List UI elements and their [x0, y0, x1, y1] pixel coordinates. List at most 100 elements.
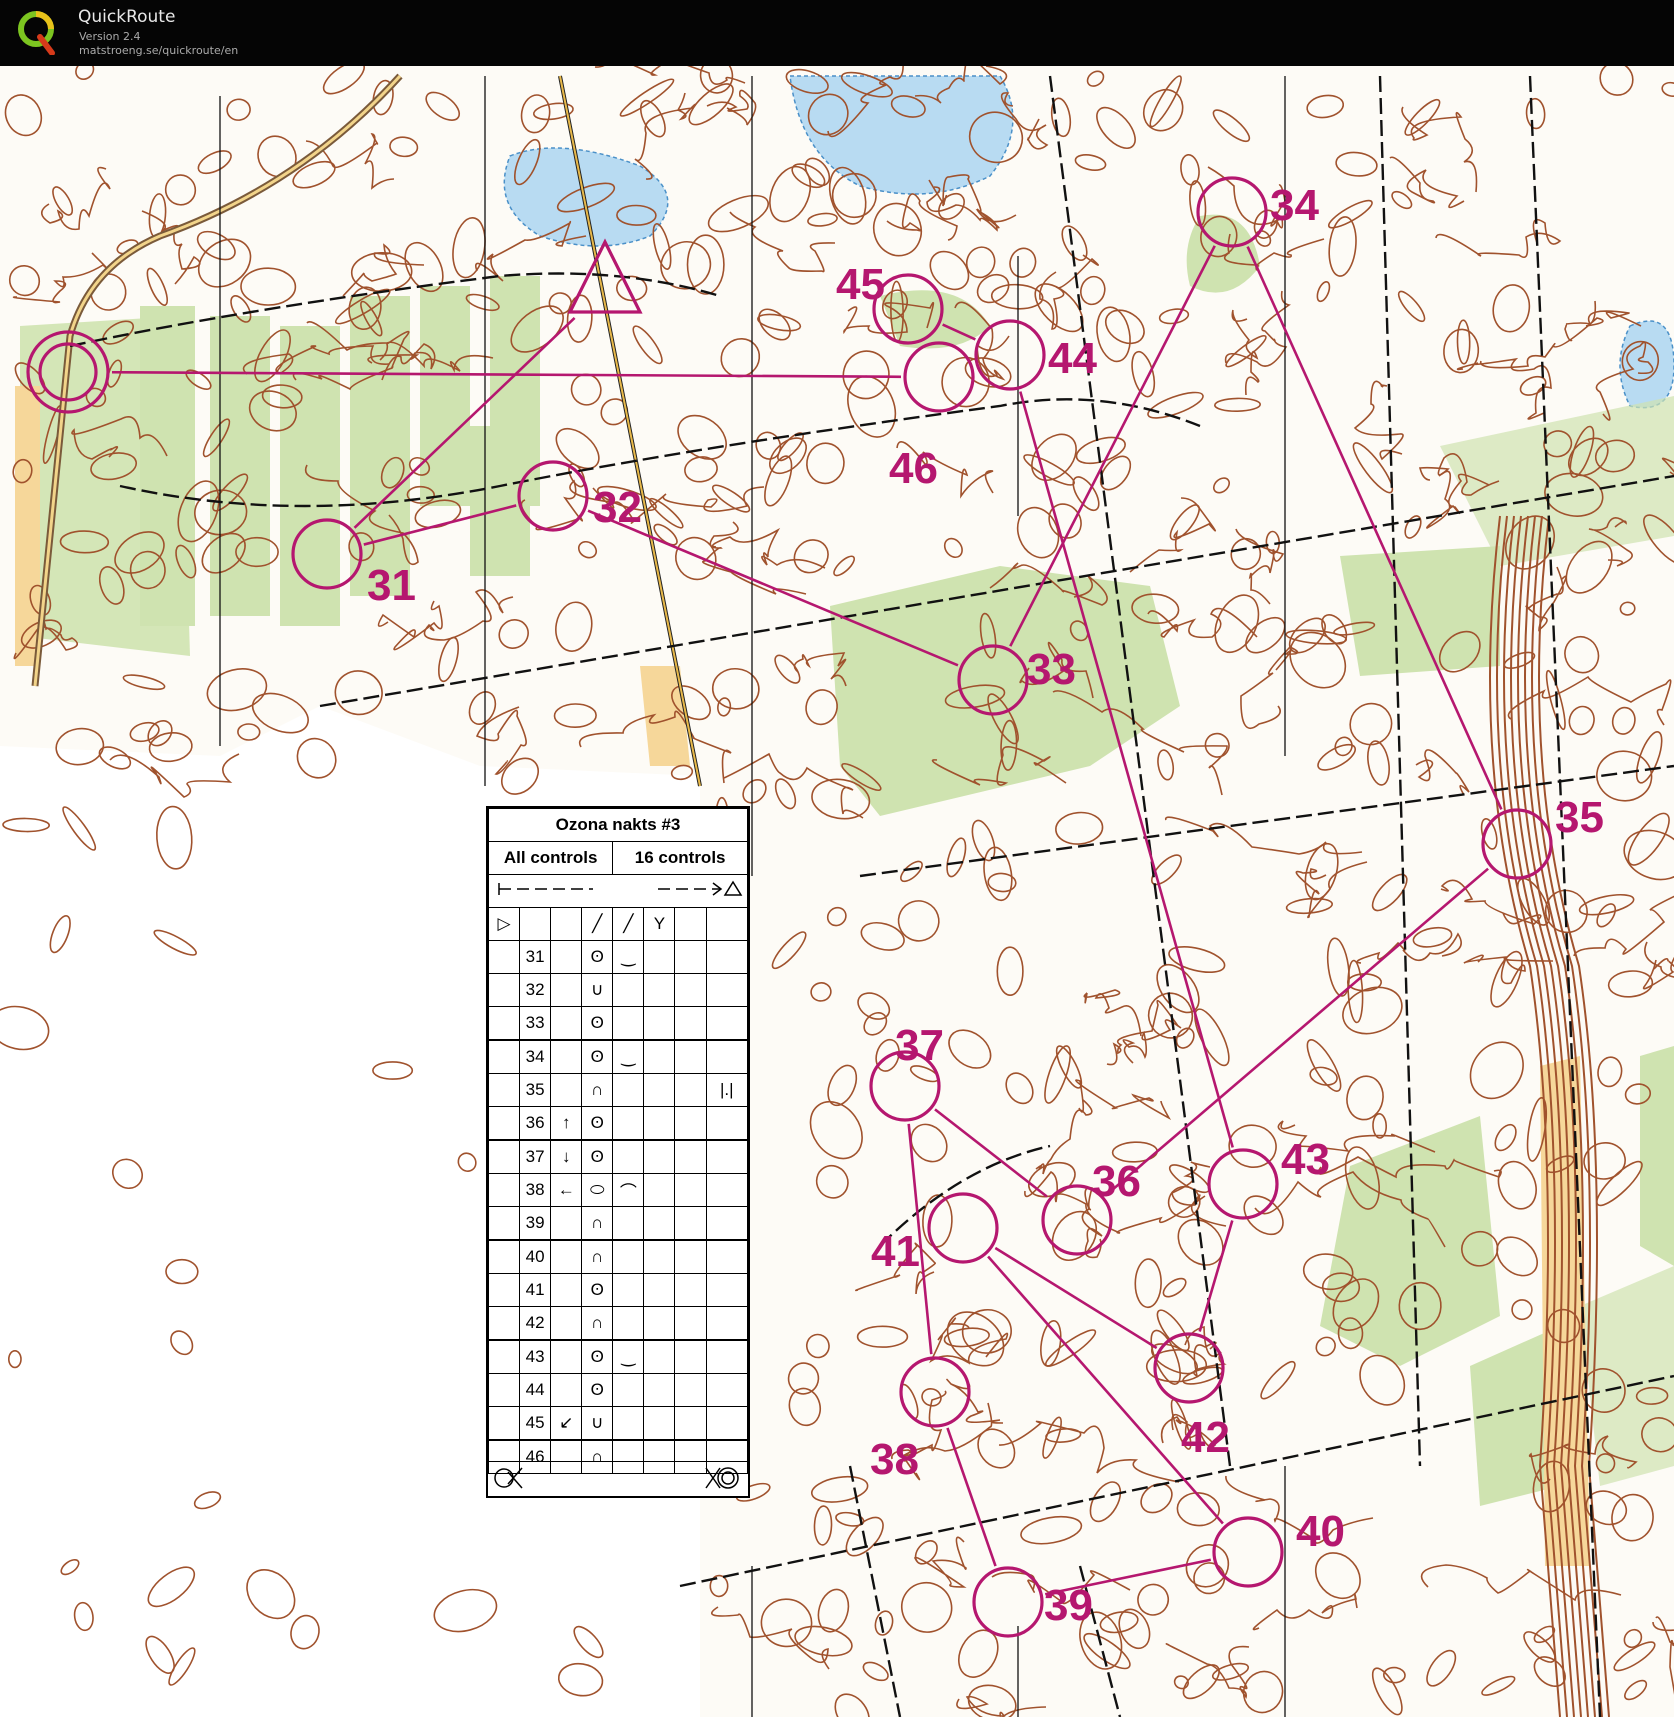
description-blank-cell [487, 1139, 521, 1174]
description-blank-cell [674, 1039, 707, 1074]
description-detail-icon [612, 1373, 645, 1407]
description-blank-cell [487, 1273, 521, 1307]
start-detail-icon: ╱ [612, 907, 645, 941]
control-number-32: 32 [593, 483, 642, 532]
control-number-37: 37 [895, 1021, 944, 1070]
description-blank-cell [643, 1339, 676, 1374]
description-blank-cell [643, 1039, 676, 1074]
description-direction-icon: ← [550, 1173, 583, 1207]
description-blank-cell [643, 973, 676, 1007]
description-extra-icon [705, 1339, 749, 1374]
control-number-36: 36 [1092, 1157, 1141, 1206]
description-row: 44 ʘ [487, 1373, 749, 1407]
description-blank-cell [487, 1306, 521, 1341]
control-number-39: 39 [1044, 1581, 1093, 1630]
description-feature-icon: ∪ [581, 973, 614, 1007]
description-detail-icon: ‿ [612, 1339, 645, 1374]
description-control-number: 38 [519, 1173, 552, 1207]
description-detail-icon [612, 1306, 645, 1341]
description-feature-icon: ʘ [581, 940, 614, 974]
description-extra-icon [705, 1173, 749, 1207]
finish-symbol-icon [494, 1467, 739, 1489]
description-blank-cell [643, 940, 676, 974]
description-feature-icon: ʘ [581, 1273, 614, 1307]
description-control-number: 45 [519, 1406, 552, 1441]
description-blank-cell [643, 1306, 676, 1341]
description-row: 35 ∩ |.| [487, 1073, 749, 1107]
description-blank-cell [487, 1206, 521, 1241]
description-finish-row [488, 1461, 748, 1496]
description-row: 34 ʘ ‿ [487, 1039, 749, 1074]
description-control-number: 42 [519, 1306, 552, 1341]
description-blank-cell [674, 1139, 707, 1174]
control-number-43: 43 [1281, 1135, 1330, 1184]
description-row: 36 ↑ ʘ [487, 1106, 749, 1141]
description-blank-cell [487, 1406, 521, 1441]
description-blank-cell [643, 1006, 676, 1041]
description-detail-icon: ‿ [612, 940, 645, 974]
description-direction-icon [550, 1373, 583, 1407]
description-blank-cell [487, 1339, 521, 1374]
description-blank-cell [674, 1206, 707, 1241]
map-canvas: 31323334353637383940414243444546 [0, 66, 1674, 1717]
description-blank-cell [487, 973, 521, 1007]
description-extra-icon [705, 1006, 749, 1041]
description-extra-icon [705, 1206, 749, 1241]
description-blank-cell [674, 1239, 707, 1274]
description-control-number: 44 [519, 1373, 552, 1407]
description-blank-cell [643, 1106, 676, 1141]
description-direction-icon [550, 1239, 583, 1274]
description-course-name: All controls [487, 841, 614, 875]
description-detail-icon [612, 1139, 645, 1174]
description-detail-icon [612, 1073, 645, 1107]
description-direction-icon [550, 1039, 583, 1074]
start-symbol-icon: ▷ [487, 907, 521, 941]
control-number-46: 46 [889, 444, 938, 493]
description-blank-cell [487, 1239, 521, 1274]
description-blank-cell [643, 1173, 676, 1207]
description-detail-icon [612, 1206, 645, 1241]
orienteering-map[interactable]: 31 32 33 34 35 36 37 38 39 40 41 42 43 44 45 46 [0, 66, 1674, 1717]
control-number-45: 45 [836, 260, 885, 309]
description-row: 40 ∩ [487, 1239, 749, 1274]
description-extra-icon [705, 1406, 749, 1441]
description-detail-icon: ‿ [612, 1039, 645, 1074]
description-row: 31 ʘ ‿ [487, 940, 749, 974]
description-blank-cell [643, 1206, 676, 1241]
control-number-42: 42 [1181, 1413, 1230, 1462]
control-number-31: 31 [367, 561, 416, 610]
description-control-number: 35 [519, 1073, 552, 1107]
description-row: 43 ʘ ‿ [487, 1339, 749, 1374]
description-feature-icon: ʘ [581, 1373, 614, 1407]
start-junction-icon: Y [643, 907, 676, 941]
description-blank-cell [487, 940, 521, 974]
control-number-40: 40 [1296, 1507, 1345, 1556]
description-row: 32 ∪ [487, 973, 749, 1007]
description-blank-cell [674, 1006, 707, 1041]
description-blank-cell [487, 1006, 521, 1041]
description-direction-icon [550, 1273, 583, 1307]
description-detail-icon [612, 1239, 645, 1274]
description-extra-icon [705, 1139, 749, 1174]
app-url[interactable]: matstroeng.se/quickroute/en [79, 44, 238, 57]
description-row: 42 ∩ [487, 1306, 749, 1341]
description-control-number: 36 [519, 1106, 552, 1141]
description-blank-cell [487, 1073, 521, 1107]
description-feature-icon: ∩ [581, 1306, 614, 1341]
description-feature-icon: ∩ [581, 1206, 614, 1241]
description-extra-icon [705, 1239, 749, 1274]
description-extra-icon [705, 1373, 749, 1407]
app-title: QuickRoute [78, 7, 176, 27]
description-start-to-finish-row [488, 874, 748, 908]
description-feature-icon: ʘ [581, 1106, 614, 1141]
control-number-34: 34 [1270, 181, 1319, 230]
description-blank-cell [643, 1139, 676, 1174]
app-version: Version 2.4 [79, 30, 141, 43]
description-detail-icon [612, 1406, 645, 1441]
description-blank-cell [674, 1306, 707, 1341]
description-control-number: 33 [519, 1006, 552, 1041]
description-direction-icon: ↓ [550, 1139, 583, 1174]
description-blank-cell [674, 973, 707, 1007]
description-direction-icon [550, 1339, 583, 1374]
description-direction-icon [550, 1306, 583, 1341]
